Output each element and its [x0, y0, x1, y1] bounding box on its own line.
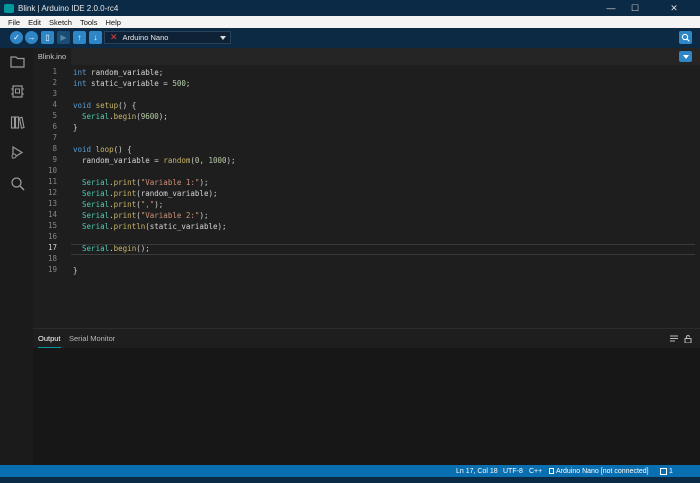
line-number: 7: [52, 133, 57, 142]
menu-bar: File Edit Sketch Tools Help: [0, 16, 700, 28]
tab-serial-monitor[interactable]: Serial Monitor: [69, 329, 115, 348]
output-panel: Output Serial Monitor: [33, 328, 700, 465]
panel-tabs: Output Serial Monitor: [33, 329, 700, 348]
line-number: 12: [47, 188, 57, 197]
lock-icon[interactable]: [684, 335, 692, 343]
code-line[interactable]: Serial.print("Variable 2:");: [73, 210, 208, 221]
code-line[interactable]: void setup() {: [73, 100, 136, 111]
chevron-down-icon: [220, 36, 226, 40]
new-sketch-button[interactable]: ▯: [41, 31, 54, 44]
line-number: 19: [47, 265, 57, 274]
code-line[interactable]: Serial.print(",");: [73, 199, 163, 210]
maximize-button[interactable]: ☐: [624, 0, 646, 16]
code-line[interactable]: Serial.print("Variable 1:");: [73, 177, 208, 188]
line-number: 6: [52, 122, 57, 131]
notification-count: 1: [669, 467, 673, 475]
line-number: 15: [47, 221, 57, 230]
board-selector-label: Arduino Nano: [122, 33, 169, 42]
status-bar: Ln 17, Col 18 UTF-8 C++ Arduino Nano [no…: [0, 465, 700, 477]
verify-button[interactable]: ✓: [10, 31, 23, 44]
notifications-status[interactable]: 1: [660, 465, 673, 477]
sidebar: [0, 48, 33, 465]
code-line[interactable]: int static_variable = 500;: [73, 78, 190, 89]
line-number: 17: [47, 243, 57, 252]
line-number: 8: [52, 144, 57, 153]
board-selector[interactable]: ✕ Arduino Nano: [104, 31, 231, 44]
line-number: 14: [47, 210, 57, 219]
tab-blink-ino[interactable]: Blink.ino: [33, 48, 71, 65]
language-mode[interactable]: C++: [529, 465, 542, 477]
line-number: 11: [47, 177, 57, 186]
board-status[interactable]: Arduino Nano [not connected]: [549, 465, 649, 477]
save-button[interactable]: ↓: [89, 31, 102, 44]
line-number: 2: [52, 78, 57, 87]
editor-tabs: Blink.ino: [33, 48, 700, 65]
clear-output-icon[interactable]: [670, 335, 678, 343]
file-encoding[interactable]: UTF-8: [503, 465, 523, 477]
menu-sketch[interactable]: Sketch: [49, 18, 72, 27]
cursor-position[interactable]: Ln 17, Col 18: [456, 465, 498, 477]
minimize-button[interactable]: —: [600, 0, 622, 16]
board-manager-icon[interactable]: [10, 84, 25, 99]
search-icon[interactable]: [10, 176, 25, 191]
code-line[interactable]: }: [73, 265, 78, 276]
line-number: 5: [52, 111, 57, 120]
menu-tools[interactable]: Tools: [80, 18, 98, 27]
code-line[interactable]: Serial.print(random_variable);: [73, 188, 217, 199]
line-number: 13: [47, 199, 57, 208]
code-line[interactable]: random_variable = random(0, 1000);: [73, 155, 236, 166]
line-number: 18: [47, 254, 57, 263]
line-number: 10: [47, 166, 57, 175]
window-title: Blink | Arduino IDE 2.0.0-rc4: [18, 3, 119, 13]
menu-file[interactable]: File: [8, 18, 20, 27]
debug-run-icon[interactable]: [10, 145, 25, 160]
code-line[interactable]: Serial.begin();: [73, 243, 150, 254]
board-error-icon: ✕: [110, 32, 118, 42]
line-number: 3: [52, 89, 57, 98]
code-line[interactable]: int random_variable;: [73, 67, 163, 78]
magnifier-icon: [681, 33, 690, 42]
library-icon[interactable]: [10, 115, 25, 130]
code-line[interactable]: Serial.begin(9600);: [73, 111, 168, 122]
title-bar: Blink | Arduino IDE 2.0.0-rc4 — ☐ ✕: [0, 0, 700, 16]
board-status-icon: [549, 468, 554, 474]
line-number: 1: [52, 67, 57, 76]
arduino-logo-icon: [4, 3, 14, 13]
tabs-menu-button[interactable]: [679, 51, 692, 62]
tab-output[interactable]: Output: [38, 329, 61, 348]
code-area[interactable]: int random_variable; int static_variable …: [73, 65, 693, 328]
close-button[interactable]: ✕: [648, 0, 700, 16]
serial-monitor-button[interactable]: [679, 31, 692, 44]
menu-help[interactable]: Help: [105, 18, 120, 27]
board-status-label: Arduino Nano [not connected]: [556, 467, 649, 475]
line-number: 16: [47, 232, 57, 241]
line-number: 4: [52, 100, 57, 109]
upload-button[interactable]: →: [25, 31, 38, 44]
window-bottom-border: [0, 477, 700, 483]
folder-icon[interactable]: [10, 54, 25, 69]
open-button[interactable]: ↑: [73, 31, 86, 44]
line-number-gutter: 1 2 3 4 5 6 7 8 9 10 11 12 13 14 15 16 1…: [33, 65, 71, 328]
code-line[interactable]: void loop() {: [73, 144, 132, 155]
code-editor[interactable]: 1 2 3 4 5 6 7 8 9 10 11 12 13 14 15 16 1…: [33, 65, 700, 328]
notification-bell-icon: [660, 467, 667, 475]
code-line[interactable]: Serial.println(static_variable);: [73, 221, 227, 232]
debug-button[interactable]: ▶: [57, 31, 70, 44]
code-line[interactable]: }: [73, 122, 78, 133]
toolbar: ✓ → ▯ ▶ ↑ ↓ ✕ Arduino Nano: [0, 28, 700, 48]
line-number: 9: [52, 155, 57, 164]
menu-edit[interactable]: Edit: [28, 18, 41, 27]
